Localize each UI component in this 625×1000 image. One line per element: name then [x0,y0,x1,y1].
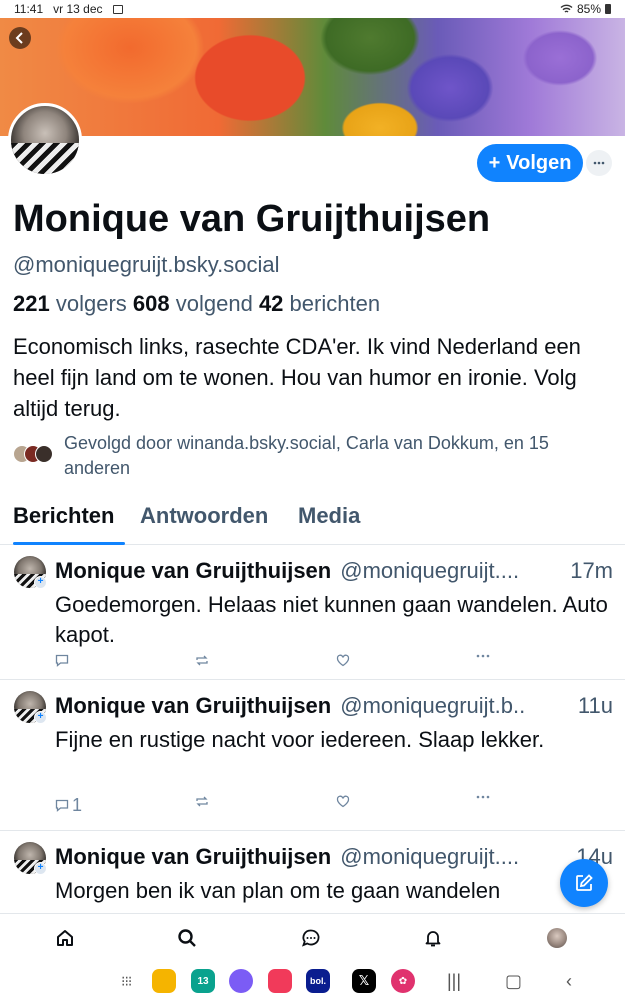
home-button[interactable]: ▢ [505,971,522,992]
tab-media[interactable]: Media [298,503,360,545]
ellipsis-icon [476,795,490,799]
post-item[interactable]: + Monique van Gruijthuijsen @moniquegrui… [0,546,625,680]
nav-search[interactable] [175,926,199,950]
battery-level: 85% [576,2,601,16]
battery-icon [605,4,611,14]
back-button[interactable] [9,27,31,49]
profile-tabs: Berichten Antwoorden Media [0,503,625,545]
back-nav-button[interactable]: ‹ [566,971,572,992]
reply-icon [55,799,69,812]
repost-button[interactable] [195,795,209,808]
nav-home[interactable] [53,926,77,950]
compose-button[interactable] [560,859,608,907]
reply-icon [55,654,69,667]
status-date: vr 13 dec [53,2,103,16]
post-item[interactable]: + Monique van Gruijthuijsen @moniquegrui… [0,681,625,831]
posts-stat: 42 berichten [258,291,381,316]
followed-by[interactable]: Gevolgd door winanda.bsky.social, Carla … [13,431,618,485]
post-header: Monique van Gruijthuijsen @moniquegruijt… [55,693,613,719]
profile-avatar[interactable] [8,103,82,177]
heart-icon [336,654,350,667]
like-button[interactable] [336,654,350,667]
post-text: Goedemorgen. Helaas niet kunnen gaan wan… [55,592,608,647]
follow-button[interactable]: + Volgen [477,144,583,182]
folder-app-icon[interactable] [152,969,176,993]
profile-name: Monique van Gruijthuijsen [13,198,491,240]
post-header: Monique van Gruijthuijsen @moniquegruijt… [55,844,613,870]
calendar-app-icon[interactable]: 13 [191,969,215,993]
flower-app-icon[interactable]: ✿ [391,969,415,993]
ellipsis-icon [593,161,605,165]
follow-plus-badge: + [34,711,47,724]
heart-icon [336,795,350,808]
system-bar: ⁝⁝⁝ 13 bol. 𝕏 ✿ ||| ▢ ‹ [0,961,625,1000]
active-tab-indicator [13,542,125,545]
post-more-button[interactable] [476,654,490,658]
followed-by-text: Gevolgd door winanda.bsky.social, Carla … [64,433,549,478]
post-time: 17m [570,558,613,583]
repost-icon [196,655,208,666]
app-drawer-icon[interactable]: ⁝⁝⁝ [121,973,132,990]
reply-count: 1 [72,795,83,815]
follow-plus-badge: + [34,576,47,589]
post-author[interactable]: Monique van Gruijthuijsen [55,693,331,719]
post-item[interactable]: + Monique van Gruijthuijsen @moniquegrui… [0,832,625,913]
reply-button[interactable]: 1 [55,795,82,816]
chat-icon [302,929,320,947]
recent-apps-button[interactable]: ||| [447,971,461,992]
post-time: 11u [577,693,613,718]
post-author[interactable]: Monique van Gruijthuijsen [55,558,331,584]
wifi-icon [560,4,573,13]
profile-bio: Economisch links, rasechte CDA'er. Ik vi… [13,334,581,421]
tab-berichten[interactable]: Berichten [13,503,114,545]
home-icon [57,930,73,946]
post-more-button[interactable] [476,795,490,799]
repost-button[interactable] [195,654,209,667]
pencil-icon [576,874,593,891]
profile-avatar [547,928,567,948]
followers-stat[interactable]: 221 volgers [13,291,127,316]
search-icon [178,929,196,947]
repost-icon [196,796,208,807]
status-bar: 11:41 vr 13 dec 85% [0,0,625,18]
follow-label: Volgen [506,151,572,174]
profile-banner [0,18,625,136]
chevron-left-icon [15,32,23,44]
nav-chat[interactable] [299,926,323,950]
more-options-button[interactable] [586,150,612,176]
profile-handle: @moniquegruijt.bsky.social [13,252,280,277]
chat-app-icon[interactable] [229,969,253,993]
post-header: Monique van Gruijthuijsen @moniquegruijt… [55,558,613,584]
ellipsis-icon [476,654,490,658]
tab-antwoorden[interactable]: Antwoorden [140,503,268,545]
bottom-navigation [0,913,625,961]
gallery-notification-icon [112,4,123,14]
bell-icon [425,931,441,947]
nav-notifications[interactable] [421,926,445,950]
nav-profile[interactable] [545,926,569,950]
post-text: Fijne en rustige nacht voor iedereen. Sl… [55,727,545,752]
bol-app-icon[interactable]: bol. [306,969,330,993]
camera-app-icon[interactable] [268,969,292,993]
profile-page: 11:41 vr 13 dec 85% + Volgen Monique van… [0,0,625,1000]
post-actions: 1 [55,795,505,815]
status-time: 11:41 [14,2,44,16]
post-text: Morgen ben ik van plan om te gaan wandel… [55,878,501,903]
post-author[interactable]: Monique van Gruijthuijsen [55,844,331,870]
following-stat[interactable]: 608 volgend [133,291,253,316]
plus-icon: + [488,151,501,174]
follower-avatar [35,445,53,463]
like-button[interactable] [336,795,350,808]
post-handle: @moniquegruijt.... [340,844,520,869]
x-app-icon[interactable]: 𝕏 [352,969,376,993]
profile-stats: 221 volgers 608 volgend 42 berichten [13,291,380,317]
post-handle: @moniquegruijt.b.. [340,693,526,718]
reply-button[interactable] [55,654,72,667]
follow-plus-badge: + [34,862,47,875]
post-handle: @moniquegruijt.... [340,558,520,583]
post-actions [55,654,505,674]
